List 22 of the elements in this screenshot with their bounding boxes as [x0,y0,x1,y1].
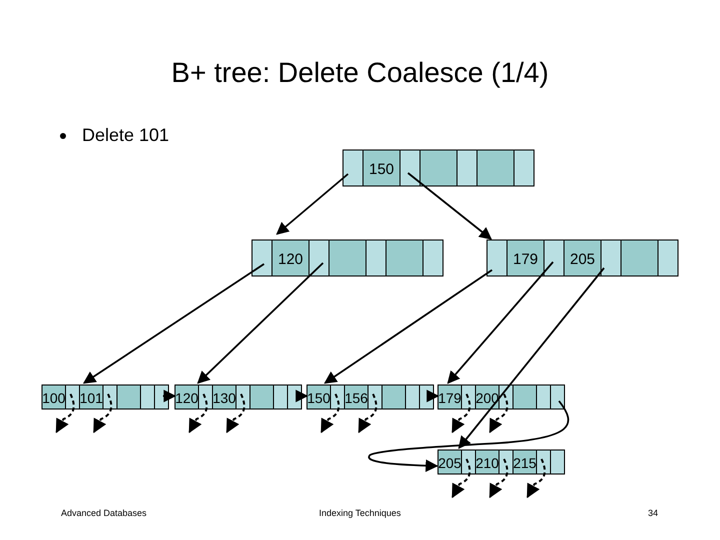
node-key: 101 [80,390,103,406]
footer-text: Advanced Databases [61,507,147,520]
node-key: 150 [307,390,330,406]
node-key: 100 [42,390,66,406]
bullet-icon [60,132,66,138]
node-key: 205 [570,251,596,268]
node-key: 120 [278,251,304,268]
slide-title: B+ tree: Delete Coalesce (1/4) [170,56,550,90]
footer-text: Indexing Techniques [319,507,401,520]
node-key: 215 [513,455,536,471]
node-key: 130 [212,390,236,406]
node-key: 205 [438,455,462,471]
node-key: 179 [512,251,538,268]
pointer-arrow [296,390,308,402]
node-key: 179 [438,390,462,406]
page-number: 34 [648,507,658,520]
node-key: 210 [476,455,499,471]
node-key: 150 [368,161,394,178]
bullet-text: Delete 101 [82,124,170,147]
node-key: 120 [175,390,198,406]
pointer-arrow [163,390,176,402]
node-key: 156 [344,390,368,406]
